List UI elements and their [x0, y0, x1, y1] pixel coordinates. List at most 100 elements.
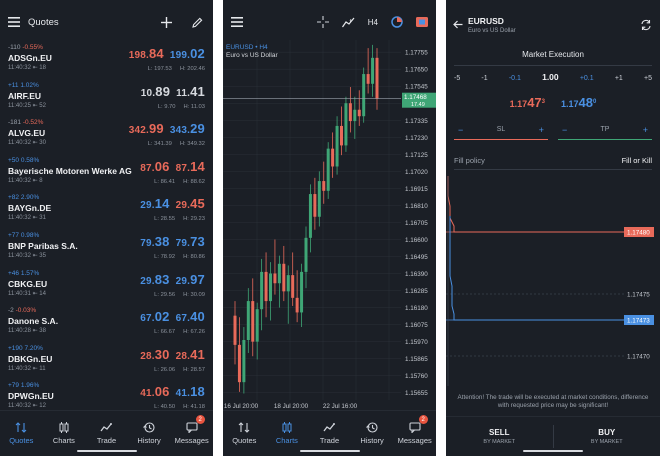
tp-plus-button[interactable]: +	[643, 125, 648, 135]
quote-prices: 342.99 343.29	[129, 121, 205, 136]
fill-policy-value: Fill or Kill	[621, 156, 652, 165]
quote-change-points: -181	[8, 119, 22, 127]
bid-price: 67.02	[140, 309, 170, 325]
quotes-icon	[15, 422, 27, 433]
spread-icon: ⇤	[32, 290, 38, 297]
fill-policy-select[interactable]: Fill policy Fill or Kill	[454, 152, 652, 170]
quote-high: H: 28.57	[183, 366, 205, 373]
messages-icon	[409, 422, 421, 433]
nav-label: Charts	[52, 436, 75, 445]
y-tick-label: 1.16390	[405, 271, 428, 278]
y-tick-label: 1.16915	[405, 186, 428, 193]
quote-row[interactable]: -110 -0.55% ADSGn.EU 11:40:32 ⇤ 18 198.84 19…	[0, 42, 213, 80]
timeframe-button[interactable]: H4	[368, 18, 378, 27]
chart-description: Euro vs US Dollar	[226, 52, 278, 59]
menu-icon[interactable]	[8, 17, 20, 27]
spread-icon: ⇤	[32, 252, 38, 259]
candle-body	[269, 273, 272, 302]
chart-symbol-label: EURUSD • H4	[226, 44, 268, 51]
quote-range: L: 29.56 H: 30.09	[154, 292, 205, 298]
buy-sub-label: BY MARKET	[590, 439, 623, 445]
quote-high: H: 88.62	[183, 178, 205, 185]
ask-tick-line	[447, 176, 624, 233]
bid-price: 79.38	[140, 233, 170, 249]
quote-change-points: +11	[8, 81, 19, 89]
quote-row[interactable]: +50 0.58% Bayerische Motoren Werke AG 11:4…	[0, 155, 213, 193]
nav-quotes[interactable]: Quotes	[0, 411, 43, 456]
quote-row[interactable]: +82 2.90% BAYGn.DE 11:40:32 ⇤ 31 29.14 29.45…	[0, 192, 213, 230]
candle-body	[308, 194, 312, 238]
bid-price: 10.89	[140, 83, 171, 99]
execution-type-select[interactable]: Market Execution	[454, 44, 652, 66]
quote-low: L: 26.06	[154, 366, 176, 373]
quote-row[interactable]: -2 -0.03% Danone S.A. 11:40:28 ⇤ 38 67.02 67…	[0, 305, 213, 343]
quote-range: L: 341.39 H: 349.32	[148, 141, 205, 147]
quote-row[interactable]: +46 1.57% CBKG.EU 11:40:31 ⇤ 14 29.83 29.97 L…	[0, 268, 213, 306]
y-tick-label: 1.16180	[405, 305, 428, 312]
volume-step-button[interactable]: -5	[454, 75, 460, 82]
y-tick-label: 1.15655	[405, 390, 428, 397]
objects-icon[interactable]	[391, 16, 403, 28]
new-order-icon[interactable]	[416, 17, 428, 27]
volume-step-button[interactable]: -1	[481, 75, 487, 82]
history-icon	[143, 422, 155, 433]
tp-minus-button[interactable]: −	[562, 125, 567, 135]
trade-icon	[100, 422, 113, 433]
candle-body	[353, 109, 357, 122]
volume-step-button[interactable]: -0.1	[509, 75, 521, 82]
take-profit-field[interactable]: − TP +	[558, 120, 652, 140]
nav-messages[interactable]: Messages 2	[170, 411, 213, 456]
indicators-icon[interactable]: f	[341, 17, 355, 28]
candle-body	[264, 271, 268, 302]
back-arrow-icon[interactable]	[453, 20, 463, 29]
fill-policy-label: Fill policy	[454, 156, 485, 165]
crosshair-icon[interactable]	[316, 16, 329, 28]
quote-change-percent: 7.20%	[24, 344, 43, 352]
quote-time: 11:40:32	[8, 177, 31, 184]
candle-body	[375, 57, 379, 99]
charts-icon	[58, 422, 70, 433]
ask-price: 11.41	[176, 83, 205, 99]
ask-price: 41.18	[175, 384, 205, 400]
quote-row[interactable]: -181 -0.52% ALVG.EU 11:40:32 ⇤ 30 342.99 343…	[0, 117, 213, 155]
nav-label: Charts	[275, 436, 298, 445]
y-tick-label: 1.16705	[405, 220, 428, 227]
quote-row[interactable]: +77 0.98% BNP Paribas S.A. 11:40:32 ⇤ 35 79…	[0, 230, 213, 268]
quotes-list: -110 -0.55% ADSGn.EU 11:40:32 ⇤ 18 198.84 19…	[0, 42, 213, 418]
price-chart[interactable]: 1.177551.176501.175451.174401.173351.172…	[223, 40, 436, 412]
volume-step-button[interactable]: +1	[615, 75, 623, 82]
quote-row[interactable]: +11 1.02% AIRF.EU 11:40:25 ⇤ 52 10.89 11.41 L…	[0, 80, 213, 118]
add-icon[interactable]	[161, 16, 172, 28]
ask-price: 29.45	[175, 196, 205, 212]
switch-symbol-icon[interactable]	[640, 19, 652, 31]
sl-minus-button[interactable]: −	[458, 125, 463, 135]
y-tick-label: 1.15970	[405, 339, 428, 346]
quote-spread: 30	[39, 140, 46, 147]
candle-body	[291, 275, 295, 298]
nav-label: Trade	[96, 436, 117, 445]
quote-range: L: 9.70 H: 11.03	[158, 104, 205, 110]
ask-price: 67.40	[175, 309, 205, 325]
volume-step-button[interactable]: +0.1	[580, 75, 594, 82]
nav-quotes[interactable]: Quotes	[223, 411, 266, 456]
current-price-sub: 17.49	[411, 102, 425, 108]
quote-time: 11:40:32	[8, 403, 31, 410]
stop-loss-field[interactable]: − SL +	[454, 120, 548, 140]
candle-body	[282, 263, 286, 292]
chart-screen: f H4 1.177551.176501.175451.174401.17335…	[223, 0, 436, 456]
quote-range: L: 78.92 H: 80.86	[154, 254, 205, 260]
bid-price: 41.06	[140, 384, 170, 400]
quotes-screen: Quotes -110 -0.55% ADSGn.EU 11:40:32 ⇤ 18 1…	[0, 0, 213, 456]
volume-value[interactable]: 1.00	[542, 72, 559, 82]
order-screen: EURUSD Euro vs US Dollar Market Executio…	[446, 0, 660, 456]
quote-change-points: +82	[8, 194, 20, 202]
sl-plus-button[interactable]: +	[539, 125, 544, 135]
quote-change-points: +77	[8, 231, 20, 239]
edit-icon[interactable]	[192, 17, 203, 28]
bid-price: 198.84	[128, 46, 164, 61]
nav-messages[interactable]: Messages 2	[393, 411, 436, 456]
quote-row[interactable]: +190 7.20% DBKGn.EU 11:40:32 ⇤ 11 28.30 28.4…	[0, 343, 213, 381]
menu-icon[interactable]	[231, 17, 243, 27]
quote-low: L: 86.41	[154, 178, 176, 185]
volume-step-button[interactable]: +5	[644, 75, 652, 82]
